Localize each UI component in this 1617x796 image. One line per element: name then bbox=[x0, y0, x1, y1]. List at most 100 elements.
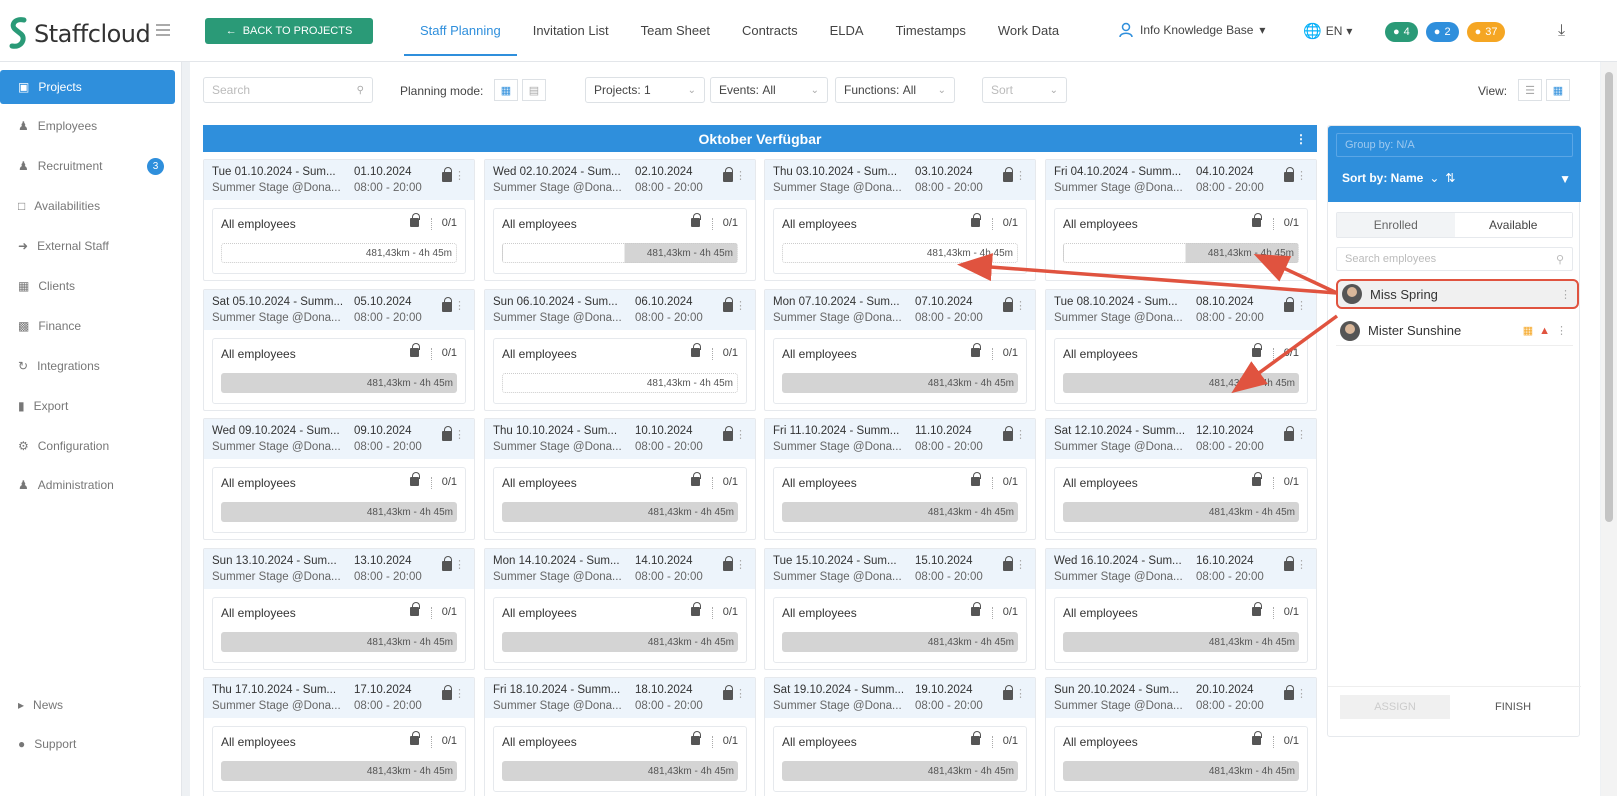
distance-bar[interactable]: 481,43km - 4h 45m bbox=[1063, 761, 1299, 781]
lock-icon[interactable] bbox=[1284, 685, 1294, 700]
employee-item[interactable]: Miss Spring ⋮ bbox=[1336, 279, 1579, 309]
lock-icon[interactable] bbox=[1003, 685, 1013, 700]
tab-invitation-list[interactable]: Invitation List bbox=[517, 0, 625, 62]
distance-bar[interactable]: 481,43km - 4h 45m bbox=[1063, 632, 1299, 652]
kebab-icon[interactable]: ⋮ bbox=[454, 299, 465, 312]
kebab-icon[interactable]: ⋮ bbox=[454, 687, 465, 700]
shift-slot[interactable]: All employees 0/1 481,43km - 4h 45m bbox=[1054, 597, 1308, 663]
shift-slot[interactable]: All employees 0/1 481,43km - 4h 45m bbox=[773, 338, 1027, 404]
shift-slot[interactable]: All employees 0/1 481,43km - 4h 45m bbox=[773, 597, 1027, 663]
event-card[interactable]: Sun 13.10.2024 - Sum... 13.10.2024 Summer … bbox=[203, 548, 475, 670]
kebab-icon[interactable]: ⋮ bbox=[735, 428, 746, 441]
lock-icon[interactable] bbox=[691, 731, 701, 745]
lock-icon[interactable] bbox=[442, 426, 452, 441]
assign-button[interactable]: ASSIGN bbox=[1340, 695, 1450, 719]
lock-icon[interactable] bbox=[1003, 167, 1013, 182]
distance-bar[interactable]: 481,43km - 4h 45m bbox=[782, 502, 1018, 522]
group-by-select[interactable]: Group by: N/A bbox=[1336, 133, 1573, 157]
back-to-projects-button[interactable]: ← BACK TO PROJECTS bbox=[205, 18, 373, 44]
lock-icon[interactable] bbox=[410, 472, 420, 486]
sidebar-item-clients[interactable]: ▦ Clients bbox=[0, 269, 175, 303]
tab-contracts[interactable]: Contracts bbox=[726, 0, 814, 62]
shift-slot[interactable]: All employees 0/1 481,43km - 4h 45m bbox=[1054, 726, 1308, 792]
events-filter[interactable]: Events: All ⌄ bbox=[710, 77, 828, 103]
distance-bar[interactable]: 481,43km - 4h 45m bbox=[502, 243, 738, 263]
projects-filter[interactable]: Projects: 1 ⌄ bbox=[585, 77, 705, 103]
bell-badge[interactable]: ● 2 bbox=[1425, 22, 1459, 42]
event-card[interactable]: Sun 06.10.2024 - Sum... 06.10.2024 Summer … bbox=[484, 289, 756, 411]
sidebar-item-administration[interactable]: ♟ Administration bbox=[0, 468, 175, 502]
sort-select[interactable]: Sort ⌄ bbox=[982, 77, 1067, 103]
event-card[interactable]: Sun 20.10.2024 - Sum... 20.10.2024 Summer … bbox=[1045, 677, 1317, 796]
distance-bar[interactable]: 481,43km - 4h 45m bbox=[1063, 243, 1299, 263]
lock-icon[interactable] bbox=[1284, 426, 1294, 441]
lock-icon[interactable] bbox=[410, 213, 420, 227]
event-card[interactable]: Tue 15.10.2024 - Sum... 15.10.2024 Summer … bbox=[764, 548, 1036, 670]
sidebar-item-external-staff[interactable]: ➜ External Staff bbox=[0, 229, 175, 263]
event-card[interactable]: Wed 16.10.2024 - Sum... 16.10.2024 Summer … bbox=[1045, 548, 1317, 670]
shift-slot[interactable]: All employees 0/1 481,43km - 4h 45m bbox=[493, 597, 747, 663]
kebab-icon[interactable]: ⋮ bbox=[454, 558, 465, 571]
lock-icon[interactable] bbox=[1284, 297, 1294, 312]
sidebar-item-projects[interactable]: ▣ Projects bbox=[0, 70, 175, 104]
distance-bar[interactable]: 481,43km - 4h 45m bbox=[502, 632, 738, 652]
distance-bar[interactable]: 481,43km - 4h 45m bbox=[221, 243, 457, 263]
list-view-icon[interactable]: ☰ bbox=[1518, 79, 1542, 101]
kebab-icon[interactable]: ⋮ bbox=[1015, 428, 1026, 441]
event-card[interactable]: Mon 14.10.2024 - Sum... 14.10.2024 Summer … bbox=[484, 548, 756, 670]
distance-bar[interactable]: 481,43km - 4h 45m bbox=[782, 761, 1018, 781]
shift-slot[interactable]: All employees 0/1 481,43km - 4h 45m bbox=[1054, 467, 1308, 533]
tab-timestamps[interactable]: Timestamps bbox=[880, 0, 982, 62]
sidebar-item-employees[interactable]: ♟ Employees bbox=[0, 109, 175, 143]
menu-toggle-icon[interactable] bbox=[156, 24, 170, 36]
lock-icon[interactable] bbox=[691, 213, 701, 227]
kebab-icon[interactable]: ⋮ bbox=[1015, 169, 1026, 182]
lock-icon[interactable] bbox=[1284, 167, 1294, 182]
tab-enrolled[interactable]: Enrolled bbox=[1337, 213, 1455, 237]
distance-bar[interactable]: 481,43km - 4h 45m bbox=[221, 502, 457, 522]
search-input[interactable]: Search ⚲ bbox=[203, 77, 373, 103]
kebab-icon[interactable]: ⋮ bbox=[1296, 299, 1307, 312]
lock-icon[interactable] bbox=[691, 602, 701, 616]
tab-work-data[interactable]: Work Data bbox=[982, 0, 1075, 62]
lock-icon[interactable] bbox=[691, 343, 701, 357]
lock-icon[interactable] bbox=[723, 297, 733, 312]
shift-slot[interactable]: All employees 0/1 481,43km - 4h 45m bbox=[212, 597, 466, 663]
kebab-icon[interactable]: ⋮ bbox=[735, 169, 746, 182]
employee-search-input[interactable]: Search employees ⚲ bbox=[1336, 247, 1573, 271]
distance-bar[interactable]: 481,43km - 4h 45m bbox=[782, 373, 1018, 393]
event-card[interactable]: Mon 07.10.2024 - Sum... 07.10.2024 Summer … bbox=[764, 289, 1036, 411]
clock-badge[interactable]: ● 37 bbox=[1466, 22, 1506, 42]
shift-slot[interactable]: All employees 0/1 481,43km - 4h 45m bbox=[212, 338, 466, 404]
kebab-icon[interactable]: ⋮ bbox=[735, 558, 746, 571]
calendar-mode-icon[interactable]: ▤ bbox=[522, 79, 546, 101]
distance-bar[interactable]: 481,43km - 4h 45m bbox=[502, 373, 738, 393]
finish-button[interactable]: FINISH bbox=[1458, 695, 1568, 719]
sidebar-item-configuration[interactable]: ⚙ Configuration bbox=[0, 429, 175, 463]
shift-slot[interactable]: All employees 0/1 481,43km - 4h 45m bbox=[773, 208, 1027, 274]
kebab-icon[interactable]: ⋮ bbox=[735, 687, 746, 700]
lock-icon[interactable] bbox=[410, 602, 420, 616]
lock-icon[interactable] bbox=[723, 167, 733, 182]
lock-icon[interactable] bbox=[971, 343, 981, 357]
distance-bar[interactable]: 481,43km - 4h 45m bbox=[782, 632, 1018, 652]
event-card[interactable]: Sat 05.10.2024 - Summ... 05.10.2024 Summer… bbox=[203, 289, 475, 411]
distance-bar[interactable]: 481,43km - 4h 45m bbox=[502, 502, 738, 522]
lock-icon[interactable] bbox=[971, 731, 981, 745]
kebab-icon[interactable]: ⋮ bbox=[735, 299, 746, 312]
lock-icon[interactable] bbox=[1284, 556, 1294, 571]
grid-view-icon[interactable]: ▦ bbox=[1546, 79, 1570, 101]
kebab-icon[interactable]: ⋮ bbox=[1296, 169, 1307, 182]
shift-slot[interactable]: All employees 0/1 481,43km - 4h 45m bbox=[1054, 338, 1308, 404]
lock-icon[interactable] bbox=[1003, 556, 1013, 571]
lock-icon[interactable] bbox=[1252, 343, 1262, 357]
lock-icon[interactable] bbox=[1252, 731, 1262, 745]
shift-slot[interactable]: All employees 0/1 481,43km - 4h 45m bbox=[493, 467, 747, 533]
scrollbar-thumb[interactable] bbox=[1605, 72, 1613, 522]
sidebar-item-support[interactable]: ● Support bbox=[0, 727, 175, 761]
event-card[interactable]: Tue 08.10.2024 - Sum... 08.10.2024 Summer … bbox=[1045, 289, 1317, 411]
knowledge-base-menu[interactable]: Info Knowledge Base ▾ bbox=[1118, 22, 1265, 38]
distance-bar[interactable]: 481,43km - 4h 45m bbox=[1063, 502, 1299, 522]
sort-order-icon[interactable]: ⇅ bbox=[1445, 171, 1455, 185]
sort-by-control[interactable]: Sort by: Name ⌄ ⇅ bbox=[1342, 171, 1455, 185]
